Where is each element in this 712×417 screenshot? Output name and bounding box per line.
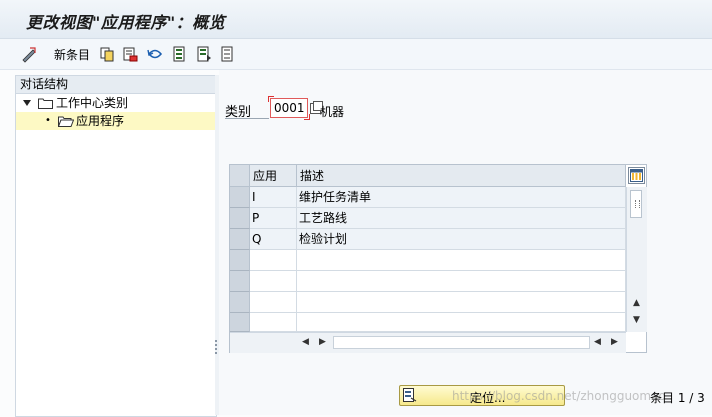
cell-empty[interactable] — [250, 271, 297, 292]
applications-table: 应用 描述 I 维护任务清单 P 工艺路线 Q 检验计划 ▲ ▼ ◀ ▶ ◀ ▶ — [229, 164, 647, 353]
tree-bullet-icon: • — [45, 115, 51, 126]
cell-empty[interactable] — [297, 292, 626, 313]
scroll-left-icon[interactable]: ◀ — [594, 337, 601, 347]
scroll-up-icon[interactable]: ▲ — [633, 298, 640, 308]
undo-icon — [147, 49, 163, 59]
cell-application[interactable]: Q — [250, 229, 297, 250]
cell-empty[interactable] — [297, 313, 626, 332]
copy-button[interactable] — [99, 45, 115, 63]
row-selector[interactable] — [230, 292, 250, 313]
application-toolbar: 新条目 — [0, 39, 712, 70]
column-header-description[interactable]: 描述 — [297, 165, 626, 187]
tree-item-label: 工作中心类别 — [56, 96, 129, 110]
row-selector[interactable] — [230, 229, 250, 250]
column-header-application[interactable]: 应用 — [250, 165, 297, 187]
deselect-all-icon — [221, 46, 233, 62]
deselect-all-button[interactable] — [220, 45, 236, 63]
entry-count: 条目 1 / 3 — [650, 391, 705, 405]
vertical-scrollbar[interactable]: ▲ ▼ — [626, 187, 647, 332]
category-label-underline — [225, 118, 269, 119]
row-selector[interactable] — [230, 250, 250, 271]
category-description: 机器 — [320, 105, 345, 119]
select-block-icon — [197, 46, 211, 62]
cell-empty[interactable] — [297, 271, 626, 292]
table-settings-icon — [630, 169, 643, 182]
tree-item-application[interactable]: • 应用程序 — [16, 112, 216, 130]
edit-toggle-icon — [22, 47, 36, 63]
expand-arrow-icon[interactable] — [23, 99, 31, 107]
scroll-left-icon[interactable]: ◀ — [302, 337, 309, 347]
title-bar: 更改视图"应用程序"：概览 — [0, 0, 712, 39]
scroll-right-icon[interactable]: ▶ — [611, 337, 618, 347]
category-input[interactable]: 0001 — [268, 96, 310, 120]
select-all-button[interactable] — [172, 45, 188, 63]
dialog-structure-pane: 对话结构 工作中心类别 • 应用程序 — [15, 75, 217, 417]
folder-icon — [38, 98, 53, 109]
undo-button[interactable] — [146, 45, 164, 63]
select-all-rows-button[interactable] — [230, 165, 250, 187]
cell-empty[interactable] — [250, 250, 297, 271]
cell-empty[interactable] — [250, 313, 297, 332]
cell-description[interactable]: 维护任务清单 — [297, 187, 626, 208]
row-selector[interactable] — [230, 313, 250, 332]
table-settings-button[interactable] — [628, 167, 645, 184]
scroll-right-icon[interactable]: ▶ — [319, 337, 326, 347]
tree-item-work-center-category[interactable]: 工作中心类别 — [16, 94, 216, 112]
watermark: https://blog.csdn.net/zhongguomao — [452, 389, 666, 403]
select-block-button[interactable] — [196, 45, 212, 63]
row-selector[interactable] — [230, 187, 250, 208]
new-entries-button[interactable]: 新条目 — [48, 45, 90, 63]
hscroll-thumb[interactable] — [333, 336, 590, 349]
locate-icon — [403, 388, 417, 402]
delete-button[interactable] — [122, 45, 138, 63]
cell-application[interactable]: I — [250, 187, 297, 208]
scroll-thumb[interactable] — [630, 190, 642, 218]
horizontal-scrollbar[interactable]: ◀ ▶ ◀ ▶ — [230, 332, 626, 353]
page-title: 更改视图"应用程序"：概览 — [26, 13, 226, 32]
cell-description[interactable]: 工艺路线 — [297, 208, 626, 229]
cell-description[interactable]: 检验计划 — [297, 229, 626, 250]
new-entries-label: 新条目 — [54, 47, 91, 62]
cell-empty[interactable] — [297, 250, 626, 271]
cell-empty[interactable] — [250, 292, 297, 313]
open-folder-icon — [58, 116, 74, 127]
splitter-grip-icon[interactable] — [215, 338, 218, 358]
row-selector[interactable] — [230, 208, 250, 229]
row-selector[interactable] — [230, 271, 250, 292]
tree-item-label: 应用程序 — [76, 114, 125, 128]
scroll-down-icon[interactable]: ▼ — [633, 315, 640, 325]
dialog-structure-header: 对话结构 — [16, 76, 216, 94]
copy-icon — [100, 47, 114, 62]
select-all-icon — [173, 46, 185, 62]
edit-toggle-button[interactable] — [20, 45, 38, 63]
delete-icon — [123, 47, 138, 62]
cell-application[interactable]: P — [250, 208, 297, 229]
